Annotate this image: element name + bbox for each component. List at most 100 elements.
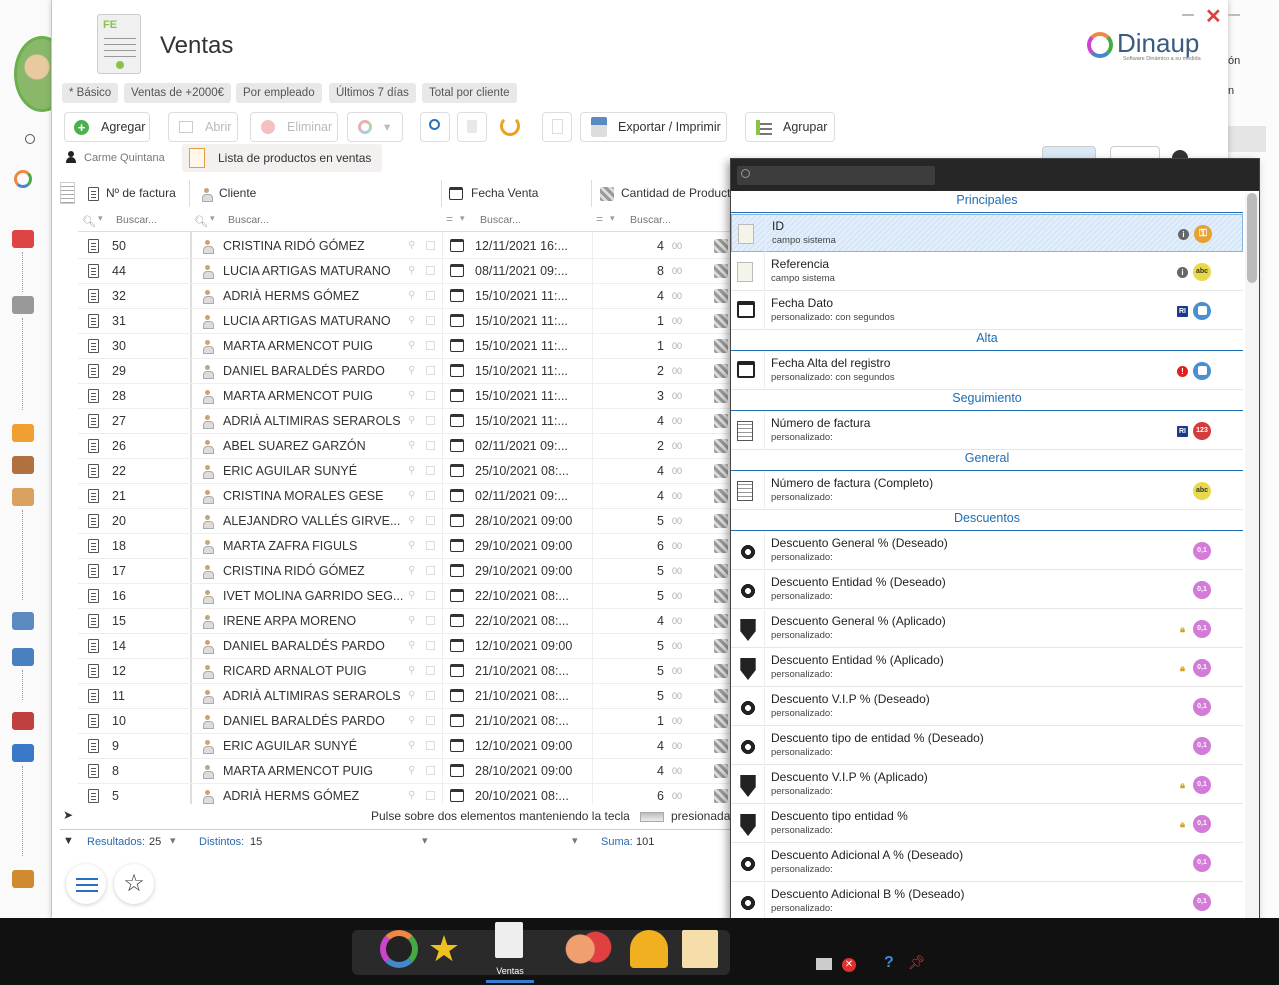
table-row[interactable]: 30 MARTA ARMENCOT PUIG ⚲ 15/10/2021 11:... 1… bbox=[78, 334, 730, 359]
delete-button[interactable]: Eliminar bbox=[250, 112, 338, 142]
open-link-icon[interactable] bbox=[426, 716, 435, 725]
open-link-icon[interactable] bbox=[426, 291, 435, 300]
favorite-button[interactable]: ☆ bbox=[114, 864, 154, 904]
table-row[interactable]: 16 IVET MOLINA GARRIDO SEG... ⚲ 22/10/2021 … bbox=[78, 584, 730, 609]
search-link-icon[interactable]: ⚲ bbox=[408, 315, 415, 326]
qty-search-input[interactable] bbox=[630, 212, 720, 228]
module-icon[interactable] bbox=[12, 648, 34, 666]
field-item[interactable]: Descuento General % (Deseado) personaliza… bbox=[731, 532, 1243, 570]
table-row[interactable]: 27 ADRIÀ ALTIMIRAS SERAROLS ⚲ 15/10/2021 11… bbox=[78, 409, 730, 434]
table-row[interactable]: 44 LUCIA ARTIGAS MATURANO ⚲ 08/11/2021 09:.… bbox=[78, 259, 730, 284]
search-link-icon[interactable]: ⚲ bbox=[408, 765, 415, 776]
table-row[interactable]: 12 RICARD ARNALOT PUIG ⚲ 21/10/2021 08:... 5… bbox=[78, 659, 730, 684]
scrollbar-track[interactable] bbox=[1245, 193, 1259, 953]
chevron-down-icon[interactable]: ▾ bbox=[572, 834, 578, 847]
module-icon[interactable] bbox=[12, 870, 34, 888]
open-link-icon[interactable] bbox=[426, 241, 435, 250]
open-link-icon[interactable] bbox=[426, 741, 435, 750]
field-item[interactable]: Descuento tipo entidad % personalizado: 0,… bbox=[731, 805, 1243, 843]
module-icon[interactable] bbox=[12, 744, 34, 762]
open-link-icon[interactable] bbox=[426, 641, 435, 650]
bell-icon[interactable] bbox=[630, 930, 668, 968]
close-button[interactable]: ✕ bbox=[1205, 4, 1222, 29]
taskbar-active-label[interactable]: Ventas bbox=[488, 966, 532, 976]
search-link-icon[interactable]: ⚲ bbox=[408, 390, 415, 401]
column-header-date[interactable]: Fecha Venta bbox=[442, 180, 592, 207]
field-item[interactable]: Descuento Entidad % (Aplicado) personaliz… bbox=[731, 649, 1243, 687]
field-item[interactable]: Fecha Alta del registro personalizado: co… bbox=[731, 352, 1243, 390]
module-icon[interactable] bbox=[12, 488, 34, 506]
open-link-icon[interactable] bbox=[426, 591, 435, 600]
chat-icon[interactable] bbox=[562, 930, 614, 968]
filter-tab[interactable]: Ventas de +2000€ bbox=[124, 83, 232, 103]
search-link-icon[interactable]: ⚲ bbox=[408, 490, 415, 501]
minimize-button[interactable] bbox=[1182, 14, 1194, 16]
tray-icon[interactable] bbox=[816, 958, 832, 970]
star-icon[interactable]: ★ bbox=[425, 930, 463, 968]
open-link-icon[interactable] bbox=[426, 391, 435, 400]
export-print-button[interactable]: Exportar / Imprimir bbox=[580, 112, 727, 142]
column-header-invoice[interactable]: Nº de factura bbox=[78, 180, 190, 207]
dinaup-icon[interactable] bbox=[380, 930, 418, 968]
search-link-icon[interactable]: ⚲ bbox=[408, 540, 415, 551]
error-icon[interactable]: ✕ bbox=[842, 958, 856, 972]
table-row[interactable]: 10 DANIEL BARALDÉS PARDO ⚲ 21/10/2021 08:..… bbox=[78, 709, 730, 734]
module-icon[interactable] bbox=[12, 712, 34, 730]
field-item[interactable]: Descuento tipo de entidad % (Deseado) per… bbox=[731, 727, 1243, 765]
open-link-icon[interactable] bbox=[426, 766, 435, 775]
table-row[interactable]: 17 CRISTINA RIDÓ GÓMEZ ⚲ 29/10/2021 09:00 5 0… bbox=[78, 559, 730, 584]
table-row[interactable]: 28 MARTA ARMENCOT PUIG ⚲ 15/10/2021 11:... 3… bbox=[78, 384, 730, 409]
search-link-icon[interactable]: ⚲ bbox=[408, 440, 415, 451]
filter-tab[interactable]: * Básico bbox=[62, 83, 119, 103]
filter-tab[interactable]: Por empleado bbox=[236, 83, 322, 103]
field-item[interactable]: Descuento Entidad % (Deseado) personaliza… bbox=[731, 571, 1243, 609]
module-icon[interactable] bbox=[12, 612, 34, 630]
search-link-icon[interactable]: ⚲ bbox=[408, 790, 415, 801]
table-row[interactable]: 8 MARTA ARMENCOT PUIG ⚲ 28/10/2021 09:00 4 00 bbox=[78, 759, 730, 784]
copy-button[interactable] bbox=[542, 112, 572, 142]
add-button[interactable]: + Agregar bbox=[64, 112, 150, 142]
module-icon[interactable] bbox=[12, 296, 34, 314]
open-link-icon[interactable] bbox=[426, 441, 435, 450]
search-link-icon[interactable]: ⚲ bbox=[408, 715, 415, 726]
ventas-task-icon[interactable] bbox=[495, 922, 523, 958]
search-link-icon[interactable]: ⚲ bbox=[408, 365, 415, 376]
open-link-icon[interactable] bbox=[426, 691, 435, 700]
table-row[interactable]: 31 LUCIA ARTIGAS MATURANO ⚲ 15/10/2021 11:.… bbox=[78, 309, 730, 334]
table-row[interactable]: 18 MARTA ZAFRA FIGULS ⚲ 29/10/2021 09:00 6 00 bbox=[78, 534, 730, 559]
pin-icon[interactable]: 📌︎ bbox=[908, 954, 926, 971]
checkbox[interactable] bbox=[1228, 126, 1266, 152]
table-row[interactable]: 50 CRISTINA RIDÓ GÓMEZ ⚲ 12/11/2021 16:... 4… bbox=[78, 234, 730, 259]
group-button[interactable]: Agrupar bbox=[745, 112, 835, 142]
table-row[interactable]: 14 DANIEL BARALDÉS PARDO ⚲ 12/10/2021 09:00… bbox=[78, 634, 730, 659]
field-item[interactable]: ID campo sistema ⚿ i bbox=[731, 214, 1243, 253]
module-icon[interactable] bbox=[12, 230, 34, 248]
search-link-icon[interactable]: ⚲ bbox=[408, 640, 415, 651]
open-link-icon[interactable] bbox=[426, 266, 435, 275]
open-link-icon[interactable] bbox=[426, 616, 435, 625]
chevron-down-icon[interactable]: ▾ bbox=[170, 834, 176, 847]
field-item[interactable]: Descuento Adicional B % (Deseado) persona… bbox=[731, 883, 1243, 921]
open-button[interactable]: Abrir bbox=[168, 112, 238, 142]
minimize-button[interactable] bbox=[1228, 14, 1240, 16]
client-search-input[interactable] bbox=[228, 212, 328, 228]
invoice-search-input[interactable] bbox=[116, 212, 186, 228]
table-row[interactable]: 26 ABEL SUAREZ GARZÓN ⚲ 02/11/2021 09:... 2 0… bbox=[78, 434, 730, 459]
field-item[interactable]: Número de factura (Completo) personalizad… bbox=[731, 472, 1243, 510]
search-link-icon[interactable]: ⚲ bbox=[408, 565, 415, 576]
open-link-icon[interactable] bbox=[426, 566, 435, 575]
search-link-icon[interactable]: ⚲ bbox=[408, 515, 415, 526]
column-header-qty[interactable]: Cantidad de Productos bbox=[592, 180, 730, 207]
notes-icon[interactable] bbox=[682, 930, 718, 968]
search-button[interactable] bbox=[420, 112, 450, 142]
search-link-icon[interactable]: ⚲ bbox=[408, 265, 415, 276]
module-icon[interactable] bbox=[12, 456, 34, 474]
table-row[interactable]: 11 ADRIÀ ALTIMIRAS SERAROLS ⚲ 21/10/2021 08… bbox=[78, 684, 730, 709]
open-link-icon[interactable] bbox=[426, 416, 435, 425]
field-item[interactable]: Fecha Dato personalizado: con segundos RI bbox=[731, 292, 1243, 330]
search-link-icon[interactable]: ⚲ bbox=[408, 615, 415, 626]
search-link-icon[interactable]: ⚲ bbox=[408, 240, 415, 251]
search-link-icon[interactable]: ⚲ bbox=[408, 740, 415, 751]
chevron-down-icon[interactable]: ▾ bbox=[422, 834, 428, 847]
list-view-button[interactable] bbox=[66, 864, 106, 904]
